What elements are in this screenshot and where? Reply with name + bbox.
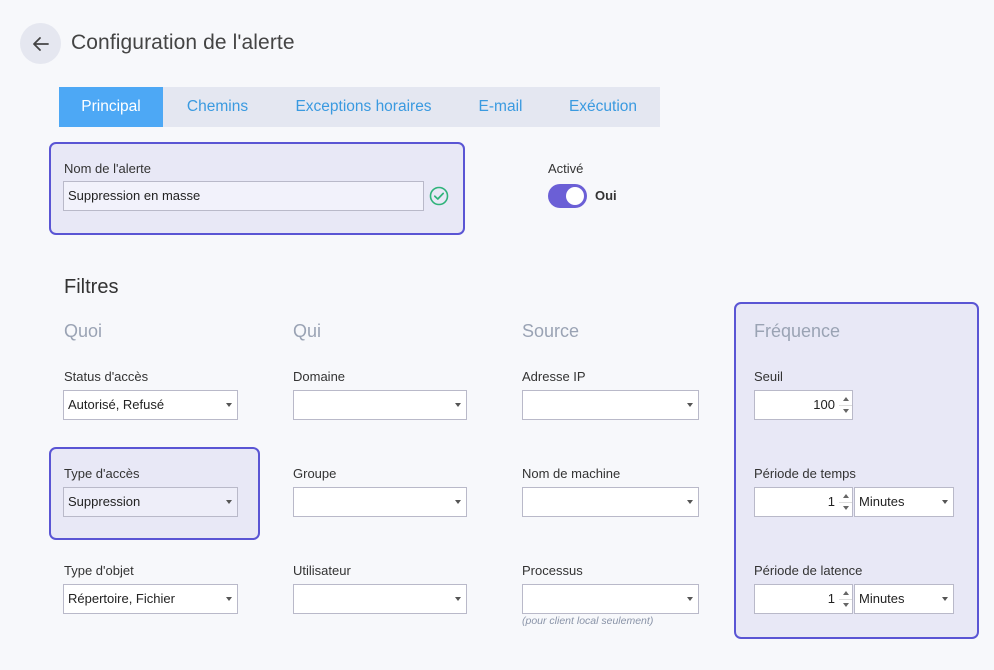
object-type-label: Type d'objet [64,563,134,578]
latency-period-label: Période de latence [754,563,863,578]
threshold-label: Seuil [754,369,783,384]
stepper-up-icon[interactable] [843,397,849,401]
time-period-value: 1 [827,494,835,509]
tab-bar: Principal Chemins Exceptions horaires E-… [59,87,660,127]
access-type-value: Suppression [68,494,141,509]
enabled-label: Activé [548,161,584,176]
chevron-down-icon [226,403,232,407]
stepper-up-icon[interactable] [843,494,849,498]
tab-email[interactable]: E-mail [455,87,546,127]
alert-name-label: Nom de l'alerte [64,161,152,176]
latency-period-value: 1 [827,591,835,606]
stepper-down-icon[interactable] [843,409,849,413]
domain-label: Domaine [293,369,346,384]
chevron-down-icon [687,403,693,407]
stepper-up-icon[interactable] [843,591,849,595]
chevron-down-icon [942,597,948,601]
access-status-value: Autorisé, Refusé [68,397,165,412]
stepper-down-icon[interactable] [843,506,849,510]
alert-name-input[interactable]: Suppression en masse [63,181,424,211]
source-heading: Source [522,321,580,341]
ip-label: Adresse IP [522,369,586,384]
filters-title: Filtres [64,276,119,298]
toggle-knob [566,187,584,205]
process-label: Processus [522,563,583,578]
ip-select[interactable] [522,390,699,420]
process-select[interactable] [522,584,699,614]
page-title: Configuration de l'alerte [71,31,295,54]
stepper-divider [839,405,852,406]
chevron-down-icon [687,597,693,601]
chevron-down-icon [455,500,461,504]
check-circle-icon [429,186,449,206]
arrow-left-icon [32,36,49,51]
enabled-toggle[interactable] [548,184,587,208]
object-type-value: Répertoire, Fichier [68,591,175,606]
frequency-heading: Fréquence [754,321,841,341]
tab-exceptions-horaires[interactable]: Exceptions horaires [272,87,455,127]
domain-select[interactable] [293,390,467,420]
process-note: (pour client local seulement) [522,615,654,627]
tab-principal[interactable]: Principal [59,87,163,127]
time-period-unit: Minutes [859,494,905,509]
group-label: Groupe [293,466,337,481]
access-type-select[interactable]: Suppression [63,487,238,517]
chevron-down-icon [226,500,232,504]
access-status-select[interactable]: Autorisé, Refusé [63,390,238,420]
back-button[interactable] [20,23,61,64]
latency-period-unit: Minutes [859,591,905,606]
threshold-value: 100 [813,397,835,412]
chevron-down-icon [455,403,461,407]
tab-chemins[interactable]: Chemins [163,87,272,127]
chevron-down-icon [942,500,948,504]
chevron-down-icon [687,500,693,504]
latency-period-stepper[interactable]: 1 [754,584,853,614]
what-heading: Quoi [64,321,103,341]
access-type-label: Type d'accès [64,466,140,481]
tab-execution[interactable]: Exécution [546,87,660,127]
chevron-down-icon [226,597,232,601]
enabled-value: Oui [595,188,617,203]
access-status-label: Status d'accès [64,369,149,384]
object-type-select[interactable]: Répertoire, Fichier [63,584,238,614]
user-label: Utilisateur [293,563,351,578]
user-select[interactable] [293,584,467,614]
stepper-down-icon[interactable] [843,603,849,607]
chevron-down-icon [455,597,461,601]
who-heading: Qui [293,321,322,341]
time-period-unit-select[interactable]: Minutes [854,487,954,517]
stepper-divider [839,599,852,600]
group-select[interactable] [293,487,467,517]
latency-period-unit-select[interactable]: Minutes [854,584,954,614]
time-period-stepper[interactable]: 1 [754,487,853,517]
threshold-stepper[interactable]: 100 [754,390,853,420]
stepper-divider [839,502,852,503]
machine-label: Nom de machine [522,466,621,481]
time-period-label: Période de temps [754,466,856,481]
machine-select[interactable] [522,487,699,517]
